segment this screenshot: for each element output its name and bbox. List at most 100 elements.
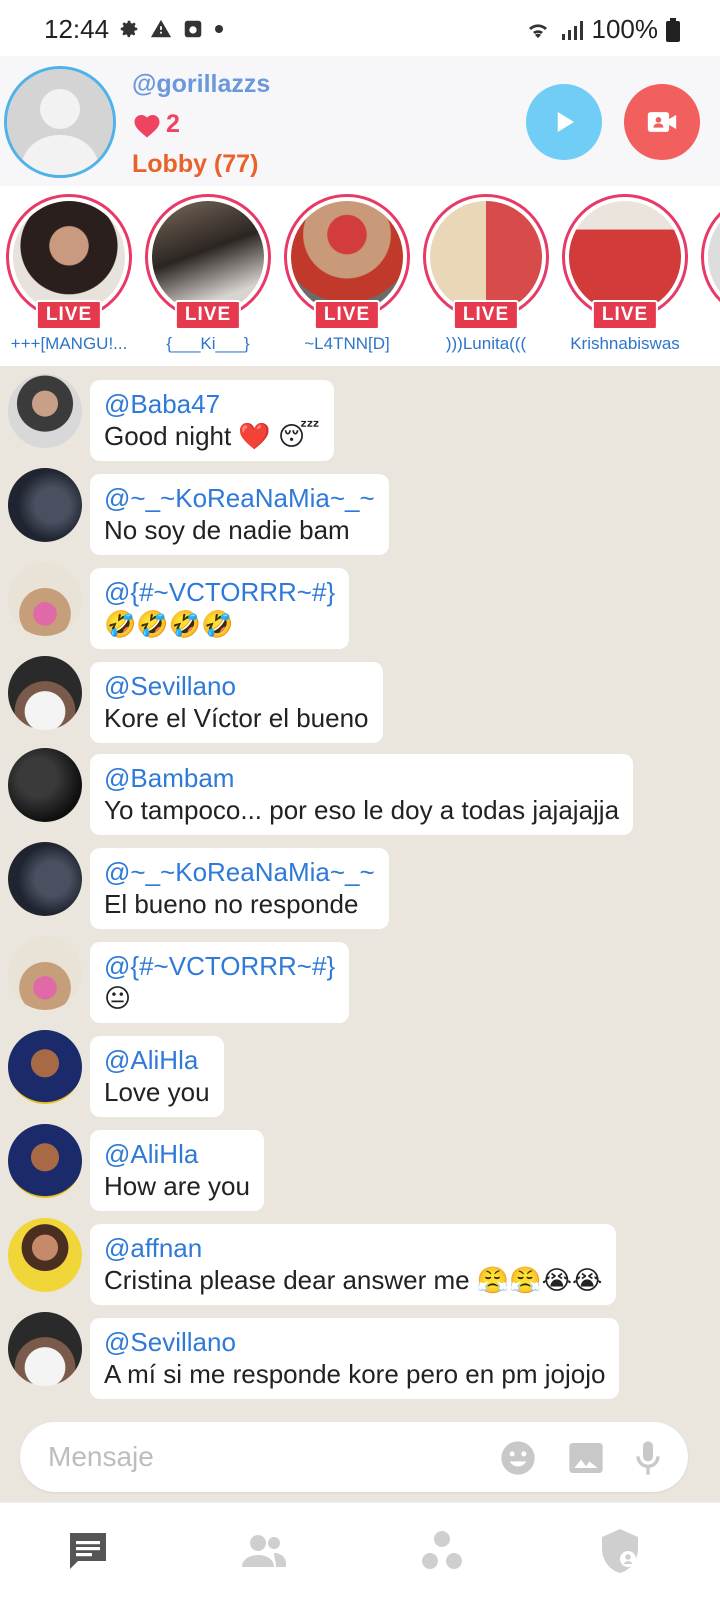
avatar[interactable] [8, 1124, 82, 1198]
live-badge: LIVE [174, 300, 242, 330]
chat-message: @Sevillano Kore el Víctor el bueno [0, 654, 720, 743]
signal-icon [561, 20, 583, 40]
message-bubble[interactable]: @AliHla How are you [90, 1130, 264, 1211]
message-text: Cristina please dear answer me 😤😤😭😭 [104, 1265, 603, 1295]
avatar[interactable] [8, 374, 82, 448]
message-handle[interactable]: @AliHla [104, 1044, 210, 1076]
play-button[interactable] [526, 84, 602, 160]
settings-icon [120, 20, 138, 38]
video-call-button[interactable] [624, 84, 700, 160]
warning-icon [150, 19, 172, 38]
story-name: ~L4TNN[D] [304, 334, 390, 353]
message-text: 😐 [104, 983, 132, 1013]
avatar[interactable] [8, 936, 82, 1010]
status-bar: 12:44 100% [0, 0, 720, 56]
emoji-icon[interactable] [498, 1438, 538, 1478]
story-name: {___Ki___} [166, 334, 250, 353]
profile-username[interactable]: @gorillazzs [132, 70, 270, 99]
chat-message: @affnan Cristina please dear answer me 😤… [0, 1216, 720, 1305]
battery-icon [666, 17, 680, 42]
message-handle[interactable]: @Sevillano [104, 1326, 605, 1358]
status-time: 12:44 [44, 14, 110, 44]
avatar[interactable] [8, 1312, 82, 1386]
message-bubble[interactable]: @~_~KoReaNaMia~_~ El bueno no responde [90, 848, 389, 929]
message-bubble[interactable]: @AliHla Love you [90, 1036, 224, 1117]
story-item[interactable] [699, 194, 720, 320]
message-composer [20, 1422, 688, 1492]
story-item[interactable]: LIVE Krishnabiswas [560, 194, 690, 354]
media-icon [184, 20, 202, 38]
avatar[interactable] [4, 66, 116, 178]
story-item[interactable]: LIVE )))Lunita((( [421, 194, 551, 354]
avatar[interactable] [8, 1218, 82, 1292]
dot-icon [215, 25, 223, 33]
avatar[interactable] [8, 468, 82, 542]
message-bubble[interactable]: @Baba47 Good night ❤️ 😴 [90, 380, 334, 461]
image-icon[interactable] [566, 1438, 606, 1478]
story-name: Krishnabiswas [570, 334, 680, 353]
wifi-icon [528, 23, 547, 38]
story-item[interactable]: LIVE +++[MANGU!... [4, 194, 134, 354]
avatar[interactable] [8, 748, 82, 822]
lobby-label[interactable]: Lobby (77) [132, 150, 258, 179]
avatar[interactable] [8, 656, 82, 730]
default-avatar-icon [7, 69, 113, 175]
message-handle[interactable]: @~_~KoReaNaMia~_~ [104, 482, 375, 514]
message-handle[interactable]: @{#~VCTORRR~#} [104, 576, 335, 608]
message-text: How are you [104, 1171, 250, 1201]
likes-count: 2 [132, 110, 180, 139]
privacy-shield-icon[interactable] [596, 1527, 644, 1575]
message-handle[interactable]: @~_~KoReaNaMia~_~ [104, 856, 375, 888]
message-handle[interactable]: @Baba47 [104, 388, 320, 420]
avatar[interactable] [8, 842, 82, 916]
story-item[interactable]: LIVE {___Ki___} [143, 194, 273, 354]
battery-level: 100% [591, 14, 659, 44]
message-handle[interactable]: @{#~VCTORRR~#} [104, 950, 335, 982]
message-handle[interactable]: @AliHla [104, 1138, 250, 1170]
chat-message: @~_~KoReaNaMia~_~ No soy de nadie bam [0, 466, 720, 555]
message-bubble[interactable]: @Bambam Yo tampoco... por eso le doy a t… [90, 754, 634, 835]
chat-message: @AliHla How are you [0, 1122, 720, 1211]
live-badge: LIVE [35, 300, 103, 330]
status-right: 100% [524, 14, 680, 45]
message-text: 🤣🤣🤣🤣 [104, 609, 234, 639]
groups-icon[interactable] [418, 1527, 466, 1575]
story-ring [701, 194, 720, 320]
message-bubble[interactable]: @affnan Cristina please dear answer me 😤… [90, 1224, 617, 1305]
message-text: Yo tampoco... por eso le doy a todas jaj… [104, 795, 620, 825]
story-thumbnail [13, 201, 125, 313]
story-item[interactable]: LIVE ~L4TNN[D] [282, 194, 412, 354]
message-text: No soy de nadie bam [104, 515, 350, 545]
profile-header: @gorillazzs 2 Lobby (77) [0, 56, 720, 186]
message-handle[interactable]: @affnan [104, 1232, 602, 1264]
live-badge: LIVE [313, 300, 381, 330]
story-thumbnail [152, 201, 264, 313]
message-text: A mí si me responde kore pero en pm jojo… [104, 1359, 606, 1389]
chat-message: @{#~VCTORRR~#} 🤣🤣🤣🤣 [0, 560, 720, 649]
story-name: )))Lunita((( [445, 334, 527, 353]
status-notification-icons [118, 18, 224, 40]
message-handle[interactable]: @Bambam [104, 762, 619, 794]
message-bubble[interactable]: @Sevillano Kore el Víctor el bueno [90, 662, 383, 743]
message-text: Love you [104, 1077, 210, 1107]
avatar[interactable] [8, 1030, 82, 1104]
message-handle[interactable]: @Sevillano [104, 670, 369, 702]
message-text: Kore el Víctor el bueno [104, 703, 369, 733]
message-bubble[interactable]: @Sevillano A mí si me responde kore pero… [90, 1318, 620, 1399]
message-text: El bueno no responde [104, 889, 359, 919]
story-thumbnail [430, 201, 542, 313]
message-bubble[interactable]: @{#~VCTORRR~#} 🤣🤣🤣🤣 [90, 568, 350, 649]
message-input[interactable] [48, 1436, 488, 1478]
chat-icon[interactable] [64, 1527, 112, 1575]
microphone-icon[interactable] [628, 1438, 668, 1478]
chat-messages[interactable]: @Baba47 Good night ❤️ 😴 @~_~KoReaNaMia~_… [0, 366, 720, 1502]
live-badge: LIVE [452, 300, 520, 330]
chat-message: @{#~VCTORRR~#} 😐 [0, 934, 720, 1023]
message-bubble[interactable]: @{#~VCTORRR~#} 😐 [90, 942, 350, 1023]
avatar[interactable] [8, 562, 82, 636]
message-text: Good night ❤️ 😴 [104, 421, 320, 451]
people-icon[interactable] [240, 1527, 288, 1575]
message-bubble[interactable]: @~_~KoReaNaMia~_~ No soy de nadie bam [90, 474, 389, 555]
chat-message: @AliHla Love you [0, 1028, 720, 1117]
chat-message: @Bambam Yo tampoco... por eso le doy a t… [0, 746, 720, 835]
